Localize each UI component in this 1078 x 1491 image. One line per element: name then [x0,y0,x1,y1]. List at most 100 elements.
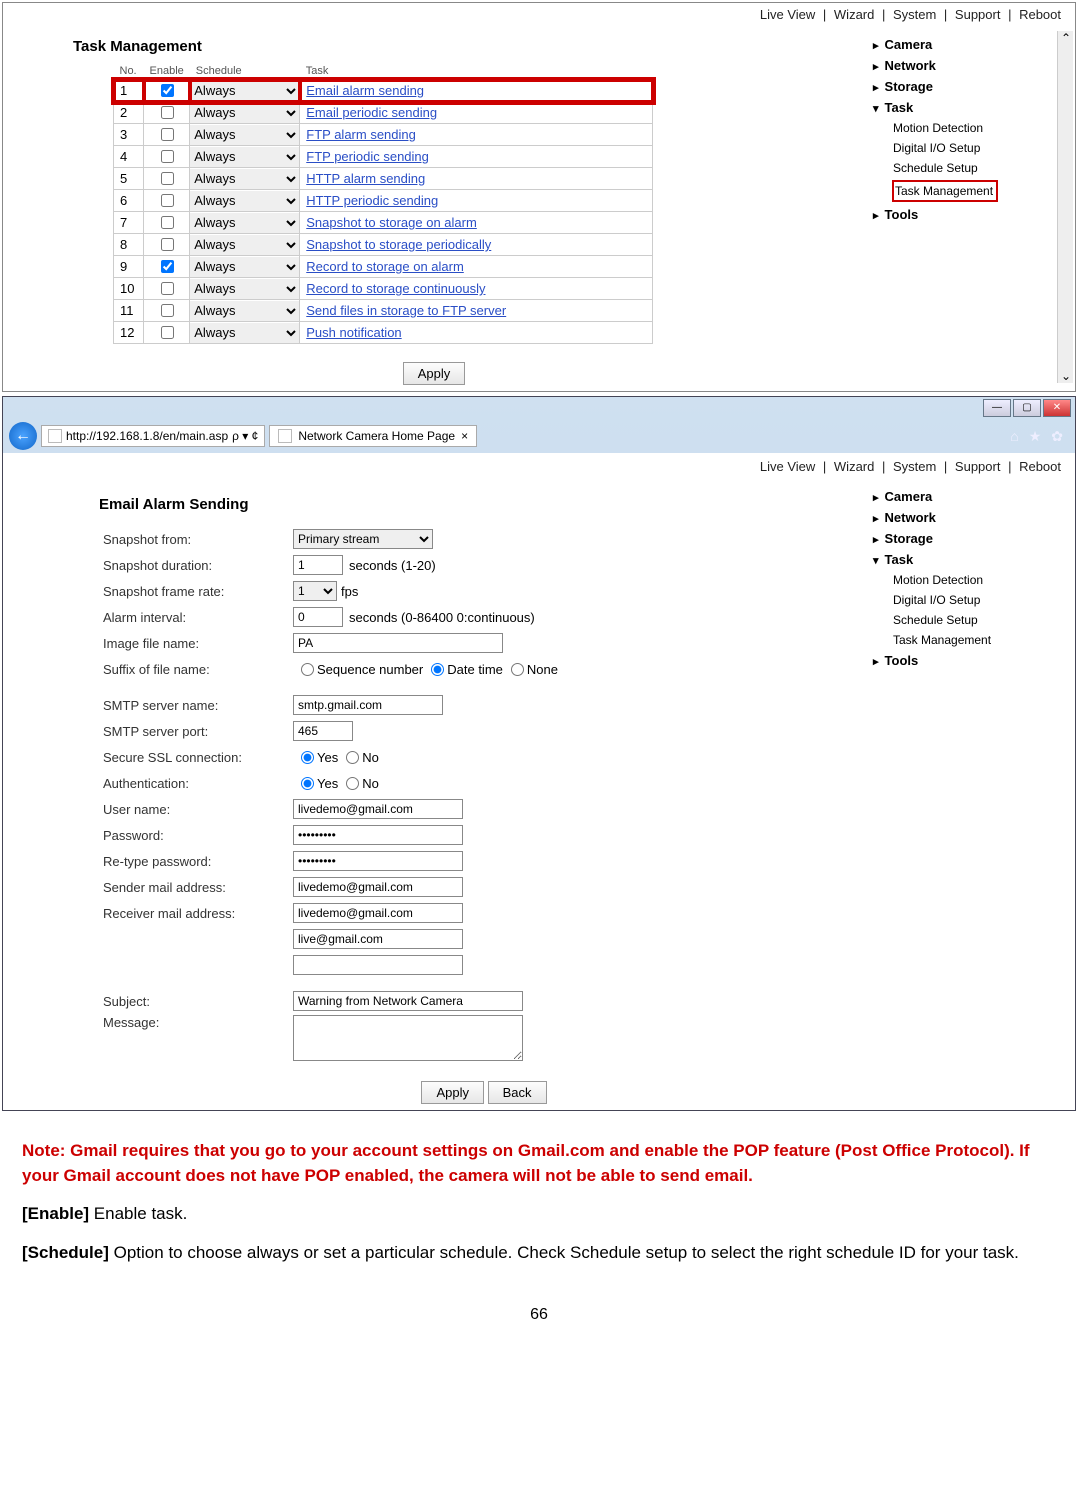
task-link[interactable]: Record to storage continuously [306,281,485,296]
apply-button-2[interactable]: Apply [421,1081,484,1104]
sidebar-item-camera[interactable]: Camera [869,34,1071,55]
sidebar-sub-motion-detection[interactable]: Motion Detection [869,570,1071,590]
tab-close-icon[interactable]: × [461,429,468,443]
url-field[interactable]: http://192.168.1.8/en/main.asp ρ ▾ ¢ [41,425,265,447]
tools-icon[interactable]: ✿ [1051,428,1063,445]
url-controls[interactable]: ρ ▾ ¢ [232,429,258,443]
back-button[interactable]: Back [488,1081,547,1104]
sidebar-sub-digital-i/o-setup[interactable]: Digital I/O Setup [869,138,1071,158]
sidebar-item-network[interactable]: Network [869,55,1071,76]
username-input[interactable] [293,799,463,819]
subject-input[interactable] [293,991,523,1011]
sidebar-sub-motion-detection[interactable]: Motion Detection [869,118,1071,138]
back-button[interactable]: ← [9,422,37,450]
sidebar-sub-task-management[interactable]: Task Management [869,630,1071,650]
favorites-icon[interactable]: ★ [1029,428,1042,445]
scrollbar[interactable] [1057,31,1073,383]
sidebar-item-task[interactable]: Task [869,97,1071,118]
suffix-none-radio[interactable] [511,663,524,676]
task-link[interactable]: FTP periodic sending [306,149,429,164]
nav2-reboot[interactable]: Reboot [1015,459,1065,474]
message-textarea[interactable] [293,1015,523,1061]
task-link[interactable]: Record to storage on alarm [306,259,464,274]
schedule-select[interactable]: Always [190,191,299,211]
enable-checkbox[interactable] [161,84,174,97]
task-link[interactable]: FTP alarm sending [306,127,416,142]
ssl-no-radio[interactable] [346,751,359,764]
schedule-select[interactable]: Always [190,235,299,255]
browser-tab[interactable]: Network Camera Home Page × [269,425,477,447]
sidebar-sub-schedule-setup[interactable]: Schedule Setup [869,158,1071,178]
enable-checkbox[interactable] [161,238,174,251]
sidebar-item-tools[interactable]: Tools [869,650,1071,671]
task-link[interactable]: Email periodic sending [306,105,437,120]
task-link[interactable]: Snapshot to storage periodically [306,237,491,252]
sidebar-item-storage[interactable]: Storage [869,76,1071,97]
sidebar-item-camera[interactable]: Camera [869,486,1071,507]
task-link[interactable]: Send files in storage to FTP server [306,303,506,318]
schedule-select[interactable]: Always [190,257,299,277]
repassword-input[interactable] [293,851,463,871]
enable-checkbox[interactable] [161,150,174,163]
task-link[interactable]: HTTP alarm sending [306,171,425,186]
nav2-live-view[interactable]: Live View [756,459,819,474]
receiver2-input[interactable] [293,929,463,949]
schedule-select[interactable]: Always [190,213,299,233]
auth-no-radio[interactable] [346,777,359,790]
task-link[interactable]: Snapshot to storage on alarm [306,215,477,230]
enable-checkbox[interactable] [161,304,174,317]
nav-reboot[interactable]: Reboot [1015,7,1065,22]
sidebar-item-task[interactable]: Task [869,549,1071,570]
nav-live-view[interactable]: Live View [756,7,819,22]
password-input[interactable] [293,825,463,845]
sidebar-sub-digital-i/o-setup[interactable]: Digital I/O Setup [869,590,1071,610]
schedule-select[interactable]: Always [190,279,299,299]
suffix-seq-radio[interactable] [301,663,314,676]
enable-checkbox[interactable] [161,106,174,119]
enable-checkbox[interactable] [161,282,174,295]
sidebar-sub-schedule-setup[interactable]: Schedule Setup [869,610,1071,630]
schedule-select[interactable]: Always [190,169,299,189]
nav2-wizard[interactable]: Wizard [830,459,878,474]
schedule-select[interactable]: Always [190,125,299,145]
image-file-input[interactable] [293,633,503,653]
enable-checkbox[interactable] [161,216,174,229]
sender-input[interactable] [293,877,463,897]
task-link[interactable]: Email alarm sending [306,83,424,98]
smtp-port-input[interactable] [293,721,353,741]
task-link[interactable]: HTTP periodic sending [306,193,438,208]
enable-checkbox[interactable] [161,194,174,207]
nav-support[interactable]: Support [951,7,1005,22]
apply-button[interactable]: Apply [403,362,466,385]
schedule-select[interactable]: Always [190,81,299,101]
schedule-select[interactable]: Always [190,147,299,167]
sidebar-item-network[interactable]: Network [869,507,1071,528]
ssl-yes-radio[interactable] [301,751,314,764]
nav2-system[interactable]: System [889,459,940,474]
smtp-server-input[interactable] [293,695,443,715]
task-link[interactable]: Push notification [306,325,401,340]
nav-system[interactable]: System [889,7,940,22]
nav2-support[interactable]: Support [951,459,1005,474]
minimize-button[interactable]: — [983,399,1011,417]
home-icon[interactable]: ⌂ [1010,428,1018,445]
enable-checkbox[interactable] [161,326,174,339]
receiver3-input[interactable] [293,955,463,975]
sidebar-sub-task-management[interactable]: Task Management [893,181,997,201]
enable-checkbox[interactable] [161,128,174,141]
close-button[interactable]: ✕ [1043,399,1071,417]
sidebar-item-storage[interactable]: Storage [869,528,1071,549]
auth-yes-radio[interactable] [301,777,314,790]
nav-wizard[interactable]: Wizard [830,7,878,22]
sidebar-item-tools[interactable]: Tools [869,204,1071,225]
snapshot-duration-input[interactable] [293,555,343,575]
schedule-select[interactable]: Always [190,103,299,123]
schedule-select[interactable]: Always [190,301,299,321]
enable-checkbox[interactable] [161,260,174,273]
receiver1-input[interactable] [293,903,463,923]
framerate-select[interactable]: 1 [293,581,337,601]
alarm-interval-input[interactable] [293,607,343,627]
schedule-select[interactable]: Always [190,323,299,343]
snapshot-from-select[interactable]: Primary stream [293,529,433,549]
maximize-button[interactable]: ▢ [1013,399,1041,417]
